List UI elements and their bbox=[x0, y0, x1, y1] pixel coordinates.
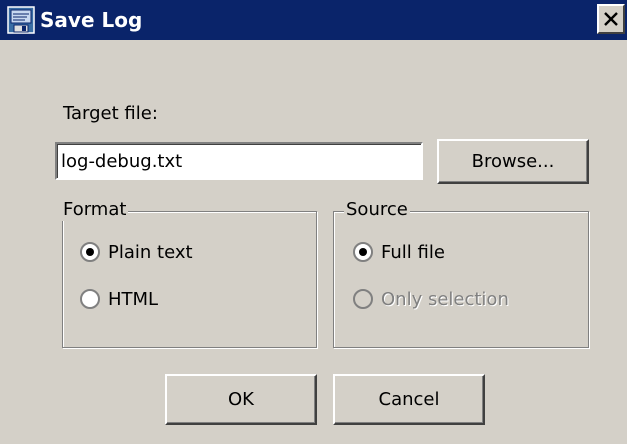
radio-only-selection-label[interactable]: Only selection bbox=[381, 289, 509, 311]
radio-plain-text[interactable] bbox=[79, 241, 101, 263]
ok-button[interactable]: OK bbox=[165, 374, 317, 425]
radio-full-file-label[interactable]: Full file bbox=[381, 242, 445, 264]
source-groupbox: Source bbox=[333, 199, 589, 348]
cancel-button[interactable]: Cancel bbox=[333, 374, 485, 425]
target-file-input[interactable] bbox=[55, 142, 423, 180]
format-group-title: Format bbox=[61, 199, 129, 221]
browse-button[interactable]: Browse... bbox=[437, 139, 589, 184]
radio-html-label[interactable]: HTML bbox=[108, 289, 158, 311]
radio-only-selection[interactable] bbox=[352, 288, 374, 310]
format-groupbox: Format bbox=[61, 199, 317, 348]
close-icon bbox=[604, 12, 618, 26]
save-log-app-icon bbox=[7, 6, 35, 34]
target-file-label: Target file: bbox=[63, 103, 158, 124]
radio-html[interactable] bbox=[79, 288, 101, 310]
title-bar[interactable]: Save Log bbox=[0, 0, 627, 40]
source-group-title: Source bbox=[344, 199, 410, 221]
window-title: Save Log bbox=[40, 8, 143, 32]
save-log-dialog: Save Log Target file: Browse... Format P… bbox=[0, 0, 627, 444]
close-button[interactable] bbox=[597, 4, 625, 34]
radio-plain-text-label[interactable]: Plain text bbox=[108, 242, 193, 264]
radio-full-file[interactable] bbox=[352, 241, 374, 263]
